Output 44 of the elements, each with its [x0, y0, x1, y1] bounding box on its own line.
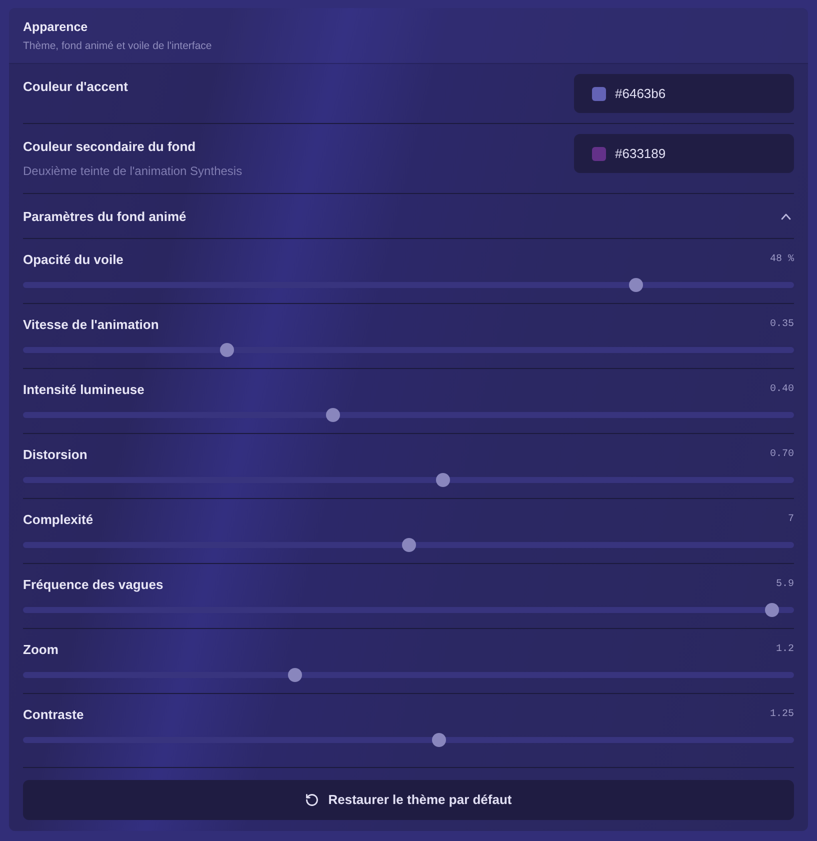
slider-label: Complexité	[23, 511, 94, 529]
slider-thumb[interactable]	[628, 278, 643, 292]
panel-title: Apparence	[23, 19, 89, 36]
color-swatch-icon[interactable]	[592, 146, 606, 160]
rotate-ccw-icon	[305, 793, 320, 807]
slider-thumb[interactable]	[326, 408, 340, 422]
color-field[interactable]: #633189	[574, 134, 794, 173]
setting-description: Deuxième teinte de l'animation Synthesis	[23, 163, 242, 180]
slider-thumb[interactable]	[220, 343, 234, 357]
slider-value: 48 %	[770, 253, 794, 267]
section-toggle[interactable]: Paramètres du fond animé	[23, 194, 794, 239]
slider-value: 5.9	[776, 578, 794, 592]
slider-label: Contraste	[23, 706, 84, 724]
slider-value: 0.70	[770, 448, 794, 462]
setting-label: Couleur secondaire du fond	[23, 138, 197, 156]
slider-track[interactable]	[23, 278, 794, 292]
slider-label: Intensité lumineuse	[23, 381, 144, 399]
slider-thumb[interactable]	[764, 603, 779, 617]
panel-subtitle: Thème, fond animé et voile de l'interface	[23, 39, 213, 54]
slider-thumb[interactable]	[402, 538, 416, 552]
slider-track[interactable]	[23, 538, 794, 552]
slider-label: Fréquence des vagues	[23, 576, 164, 594]
slider-value: 1.2	[776, 643, 794, 657]
slider-label: Zoom	[23, 641, 58, 659]
slider-thumb[interactable]	[432, 733, 446, 747]
slider-track[interactable]	[23, 473, 794, 487]
slider-label: Opacité du voile	[23, 251, 124, 269]
slider-label: Distorsion	[23, 446, 88, 464]
slider-value: 0.40	[770, 383, 794, 397]
setting-label: Couleur d'accent	[23, 78, 128, 96]
slider-track[interactable]	[23, 408, 794, 422]
slider-track[interactable]	[23, 603, 794, 617]
color-field[interactable]: #6463b6	[574, 74, 794, 113]
slider-label: Vitesse de l'animation	[23, 316, 159, 334]
slider-track[interactable]	[23, 668, 794, 682]
slider-track[interactable]	[23, 343, 794, 357]
slider-value: 7	[788, 513, 794, 527]
reset-button[interactable]: Restaurer le thème par défaut	[23, 780, 794, 820]
color-swatch-icon[interactable]	[592, 86, 606, 100]
slider-value: 0.35	[770, 318, 794, 332]
slider-track[interactable]	[23, 733, 794, 747]
slider-thumb[interactable]	[436, 473, 450, 487]
slider-value: 1.25	[770, 708, 794, 722]
slider-thumb[interactable]	[288, 668, 302, 682]
